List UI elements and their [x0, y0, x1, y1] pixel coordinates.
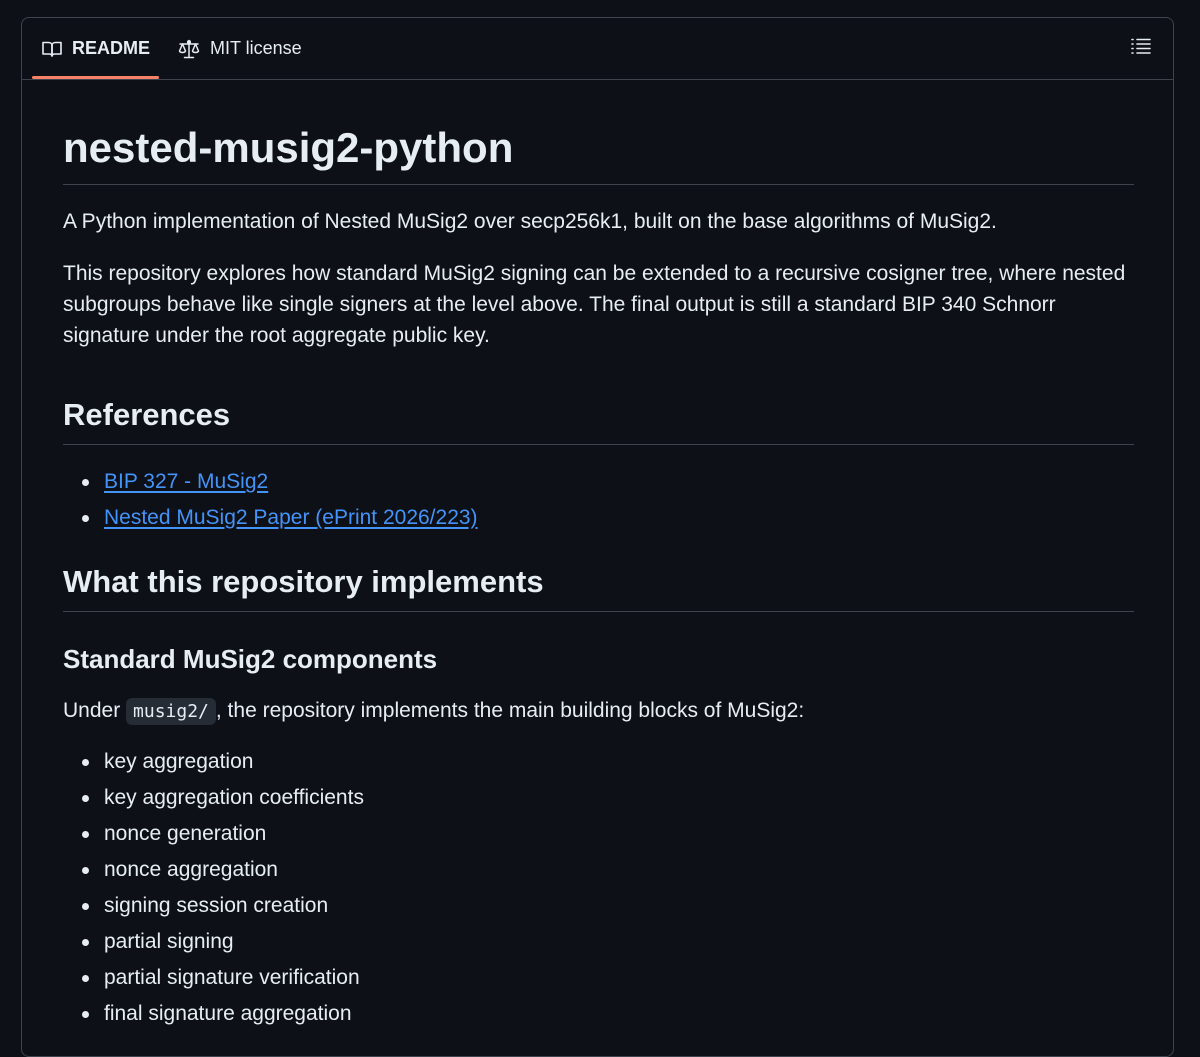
intro-paragraph: A Python implementation of Nested MuSig2… [63, 210, 997, 233]
list-item: key aggregation [63, 744, 364, 780]
title-divider [63, 184, 1134, 185]
list-item: nonce generation [63, 816, 364, 852]
readme-title: nested-musig2-python [63, 124, 514, 171]
list-unordered-icon [1131, 37, 1151, 60]
list-item: BIP 327 - MuSig2 [63, 464, 478, 500]
nested-musig2-paper-link[interactable]: Nested MuSig2 Paper (ePrint 2026/223) [104, 506, 478, 529]
components-list: key aggregation key aggregation coeffici… [63, 744, 364, 1032]
description-paragraph: This repository explores how standard Mu… [63, 262, 1126, 347]
references-divider [63, 444, 1134, 445]
tab-license-label: MIT license [210, 38, 302, 58]
readme-panel: README MIT license nested-musig2-python … [21, 17, 1174, 1057]
law-icon [178, 39, 200, 59]
components-intro-text-rest: , the repository implements the main bui… [215, 699, 805, 722]
references-heading: References [63, 397, 231, 432]
list-item: signing session creation [63, 888, 364, 924]
components-intro: Under musig2/, the repository implements… [63, 695, 1134, 727]
book-icon [42, 40, 62, 58]
references-list: BIP 327 - MuSig2 Nested MuSig2 Paper (eP… [63, 464, 478, 536]
list-item: key aggregation coefficients [63, 780, 364, 816]
tab-license[interactable]: MIT license [178, 18, 302, 79]
readme-tab-bar: README MIT license [22, 18, 1173, 80]
tab-readme-label: README [72, 38, 151, 58]
list-item: final signature aggregation [63, 996, 364, 1032]
list-item: partial signing [63, 924, 364, 960]
implements-heading: What this repository implements [63, 564, 544, 599]
list-item: nonce aggregation [63, 852, 364, 888]
components-intro-text: Under [63, 699, 127, 722]
tab-readme[interactable]: README [42, 18, 150, 79]
list-item: partial signature verification [63, 960, 364, 996]
list-item: Nested MuSig2 Paper (ePrint 2026/223) [63, 500, 478, 536]
active-tab-indicator [32, 76, 159, 79]
outline-button[interactable] [1129, 36, 1153, 60]
implements-divider [63, 611, 1134, 612]
components-heading: Standard MuSig2 components [63, 644, 438, 674]
bip327-link[interactable]: BIP 327 - MuSig2 [104, 470, 268, 493]
musig2-dir-code: musig2/ [126, 698, 216, 725]
